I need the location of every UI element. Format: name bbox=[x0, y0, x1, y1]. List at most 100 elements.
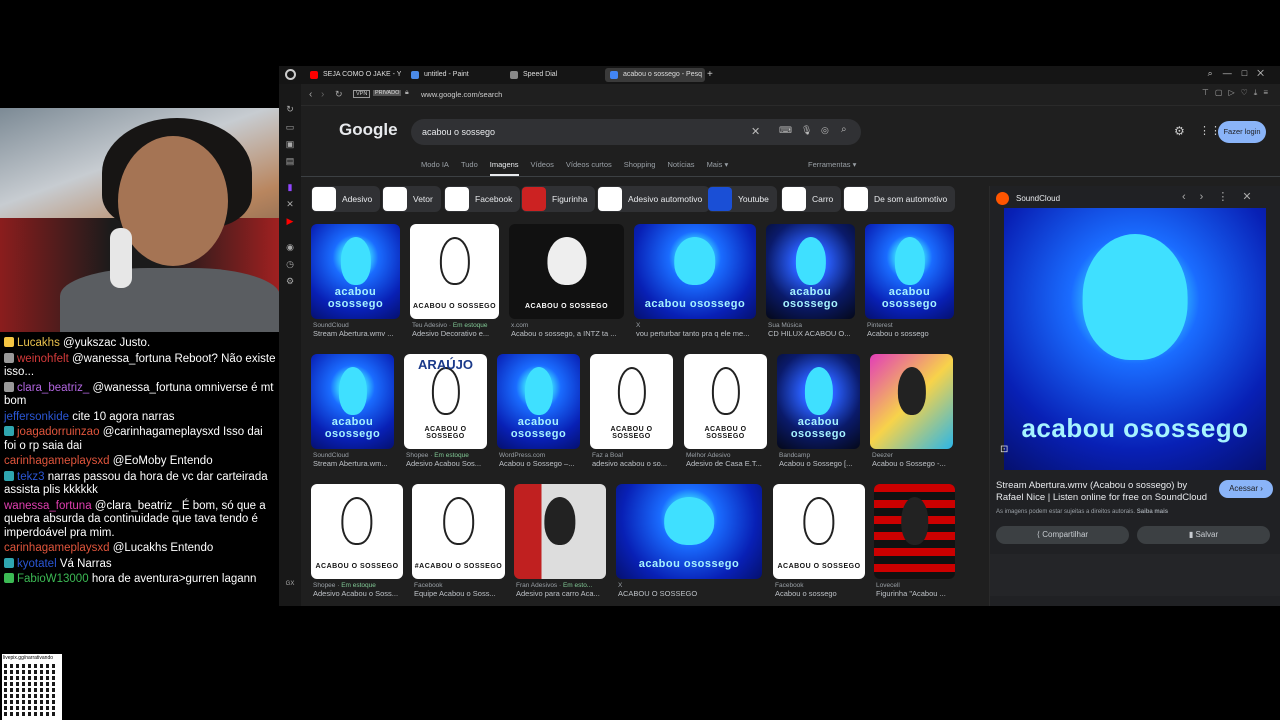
messenger-icon[interactable]: ▤ bbox=[285, 156, 295, 166]
pin-icon[interactable]: ⊤ bbox=[1202, 88, 1215, 97]
image-result[interactable]: acabou osossego bbox=[777, 354, 860, 449]
share-button[interactable]: ⟨ Compartilhar bbox=[996, 526, 1129, 544]
search-tabs-icon[interactable]: ⌕ bbox=[1208, 68, 1223, 78]
login-button[interactable]: Fazer login bbox=[1218, 121, 1266, 143]
reload-icon[interactable]: ↻ bbox=[335, 89, 343, 100]
chat-username[interactable]: carinhagameplaysxd bbox=[4, 542, 109, 554]
nav-tab[interactable]: Vídeos curtos bbox=[566, 160, 612, 169]
maximize-icon[interactable]: □ bbox=[1242, 68, 1257, 78]
more-icon[interactable]: ⋮ bbox=[1217, 191, 1242, 203]
back-icon[interactable]: ‹ bbox=[309, 89, 312, 100]
x-icon[interactable]: ✕ bbox=[285, 199, 295, 209]
prev-icon[interactable]: ‹ bbox=[1182, 191, 1200, 203]
search-icon[interactable]: ⌕ bbox=[841, 124, 847, 135]
url-field[interactable]: www.google.com/search bbox=[421, 90, 502, 99]
image-result[interactable]: acabou osossego bbox=[766, 224, 855, 319]
chat-username[interactable]: weinohfelt bbox=[17, 353, 69, 365]
panel-title[interactable]: Stream Abertura.wmv (Acabou o sossego) b… bbox=[996, 480, 1211, 504]
learn-more-link[interactable]: Saiba mais bbox=[1137, 509, 1168, 515]
image-result[interactable]: acabou osossego bbox=[311, 224, 400, 319]
clock-icon[interactable]: ◷ bbox=[285, 259, 295, 269]
result-caption[interactable]: SoundCloud Stream Abertura.wmv ... bbox=[313, 322, 402, 338]
result-caption[interactable]: Pinterest Acabou o sossego bbox=[867, 322, 956, 338]
nav-tab[interactable]: Modo IA bbox=[421, 160, 449, 169]
result-caption[interactable]: Bandcamp Acabou o Sossego [... bbox=[779, 452, 862, 468]
vpn-badge[interactable]: VPN bbox=[353, 90, 371, 98]
visit-button[interactable]: Acessar › bbox=[1219, 480, 1273, 498]
clear-icon[interactable]: ✕ bbox=[751, 125, 760, 138]
mic-icon[interactable]: 🎙︎ bbox=[801, 125, 812, 136]
player-icon[interactable]: ◉ bbox=[285, 242, 295, 252]
image-result[interactable] bbox=[870, 354, 953, 449]
nav-tab[interactable]: Mais ▾ bbox=[707, 160, 729, 169]
result-caption[interactable]: Fran Adesivos · Em esto... Adesivo para c… bbox=[516, 582, 608, 598]
result-caption[interactable]: Shopee · Em estoque Adesivo Acabou Sos... bbox=[406, 452, 489, 468]
result-caption[interactable]: Facebook Equipe Acabou o Soss... bbox=[414, 582, 507, 598]
forward-icon[interactable]: › bbox=[321, 89, 324, 100]
browser-tab[interactable]: Speed Dial bbox=[505, 68, 597, 82]
result-caption[interactable]: Xvou perturbar tanto pra q ele me... bbox=[636, 322, 758, 338]
google-logo[interactable]: Google bbox=[339, 120, 398, 140]
search-input[interactable]: acabou o sossego bbox=[422, 127, 495, 137]
result-caption[interactable]: Melhor Adesivo Adesivo de Casa E.T... bbox=[686, 452, 769, 468]
chat-username[interactable]: clara_beatriz_ bbox=[17, 382, 89, 394]
browser-tab[interactable]: SEJA COMO O JAKE - Yo bbox=[305, 68, 401, 82]
nav-tab[interactable]: Imagens bbox=[489, 160, 519, 176]
close-panel-icon[interactable]: ✕ bbox=[1242, 191, 1265, 203]
filter-chip[interactable]: De som automotivo bbox=[843, 186, 956, 212]
chat-username[interactable]: kyotatel bbox=[17, 558, 57, 570]
chat-username[interactable]: tekz3 bbox=[17, 471, 45, 483]
result-caption[interactable]: x.com Acabou o sossego, a INTZ ta ... bbox=[511, 322, 626, 338]
image-result[interactable] bbox=[514, 484, 606, 579]
filter-chip[interactable]: Vetor bbox=[382, 186, 441, 212]
next-icon[interactable]: › bbox=[1200, 191, 1218, 203]
image-result[interactable]: acabou osossego bbox=[311, 354, 394, 449]
filter-chip[interactable]: Carro bbox=[781, 186, 842, 212]
nav-tab[interactable]: Notícias bbox=[667, 160, 694, 169]
gx-icon[interactable]: GX bbox=[285, 579, 295, 589]
wallet-icon[interactable]: ▭ bbox=[285, 122, 295, 132]
lens-icon[interactable]: ◎ bbox=[821, 125, 829, 136]
result-caption[interactable]: Deezer Acabou o Sossego -... bbox=[872, 452, 955, 468]
preview-image[interactable]: acabou osossego bbox=[1004, 208, 1266, 470]
download-icon[interactable]: ⤓ bbox=[1254, 88, 1264, 97]
image-result[interactable]: acabou osossego bbox=[865, 224, 954, 319]
twitch-icon[interactable]: ▮ bbox=[285, 182, 295, 192]
chat-username[interactable]: Lucakhs bbox=[17, 337, 60, 349]
chat-username[interactable]: wanessa_fortuna bbox=[4, 500, 92, 512]
nav-tab[interactable]: Shopping bbox=[624, 160, 656, 169]
minimize-icon[interactable]: — bbox=[1223, 68, 1242, 78]
filter-chip[interactable]: Youtube bbox=[707, 186, 777, 212]
image-result[interactable]: ACABOU O SOSSEGO bbox=[509, 224, 624, 319]
chat-username[interactable]: joagadorruinzao bbox=[17, 426, 99, 438]
screenshot-icon[interactable]: ▢ bbox=[1215, 88, 1229, 97]
result-caption[interactable]: Faz a Boa! adesivo acabou o so... bbox=[592, 452, 675, 468]
panel-source[interactable]: SoundCloud bbox=[1016, 194, 1060, 203]
nav-tab[interactable]: Tudo bbox=[461, 160, 478, 169]
filter-chip[interactable]: Figurinha bbox=[521, 186, 596, 212]
chat-username[interactable]: carinhagameplaysxd bbox=[4, 455, 109, 467]
filter-chip[interactable]: Adesivo automotivo bbox=[597, 186, 711, 212]
image-result[interactable]: ACABOU O SOSSEGO bbox=[684, 354, 767, 449]
image-result[interactable]: ACABOU O SOSSEGO bbox=[410, 224, 499, 319]
filter-chip[interactable]: Facebook bbox=[444, 186, 521, 212]
result-caption[interactable]: X ACABOU O SOSSEGO bbox=[618, 582, 764, 598]
image-result[interactable]: acabou osossego bbox=[497, 354, 580, 449]
chat-username[interactable]: FabioW13000 bbox=[17, 573, 89, 585]
browser-tab[interactable]: acabou o sossego - Pesq bbox=[605, 68, 705, 82]
new-tab-button[interactable]: + bbox=[707, 69, 713, 80]
result-caption[interactable]: Sua Música CD HILUX ACABOU O... bbox=[768, 322, 857, 338]
lens-search-icon[interactable]: ⊡ bbox=[1000, 444, 1008, 455]
image-result[interactable]: ACABOU O SOSSEGO bbox=[590, 354, 673, 449]
result-caption[interactable]: WordPress.com Acabou o Sossego –... bbox=[499, 452, 582, 468]
chat-username[interactable]: jeffersonkide bbox=[4, 411, 69, 423]
keyboard-icon[interactable]: ⌨ bbox=[779, 125, 792, 136]
menu-icon[interactable]: ≡ bbox=[1263, 88, 1274, 97]
result-caption[interactable]: Teu Adesivo · Em estoque Adesivo Decorati… bbox=[412, 322, 501, 338]
history-icon[interactable]: ↻ bbox=[285, 104, 295, 114]
play-icon[interactable]: ▷ bbox=[1228, 88, 1240, 97]
image-result[interactable]: acabou osossego bbox=[634, 224, 756, 319]
image-result[interactable]: ACABOU O SOSSEGO bbox=[311, 484, 403, 579]
settings-gear-icon[interactable]: ⚙ bbox=[1174, 124, 1185, 138]
youtube-icon[interactable]: ▶ bbox=[285, 216, 295, 226]
